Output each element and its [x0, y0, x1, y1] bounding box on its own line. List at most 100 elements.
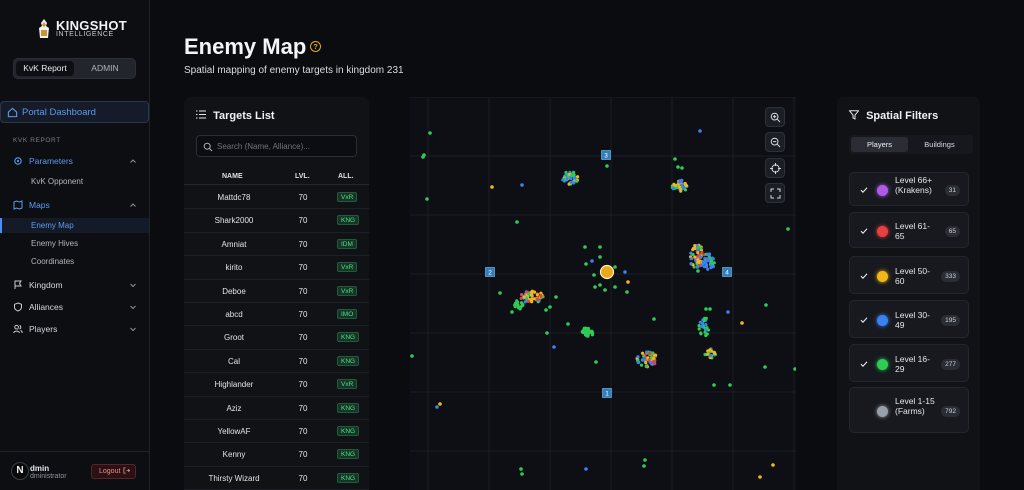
tab-players[interactable]: Players: [851, 137, 908, 152]
player-dot: [636, 355, 640, 359]
player-dot: [580, 330, 584, 334]
enemy-map[interactable]: 3 2 4 1: [410, 97, 796, 490]
level-count-badge: 195: [941, 314, 960, 326]
level-filter-item[interactable]: Level 66+ (Krakens) 31: [849, 172, 969, 206]
player-dot: [708, 348, 712, 352]
player-dot: [586, 334, 590, 338]
player-dot: [639, 363, 644, 367]
table-row[interactable]: YellowAF 70 KNG: [184, 420, 369, 444]
player-dot: [712, 350, 716, 354]
player-dot: [591, 331, 595, 335]
fullscreen-button[interactable]: [765, 183, 785, 203]
sidebar-subitem-coordinates[interactable]: Coordinates: [31, 257, 74, 266]
player-dot: [576, 175, 580, 179]
column-header-name[interactable]: NAME: [222, 173, 243, 180]
portal-dashboard-label: Portal Dashboard: [22, 107, 96, 118]
level-color-dot: [877, 314, 888, 326]
sidebar-item-label: Alliances: [29, 302, 64, 312]
player-dot: [702, 318, 706, 322]
row-level: 70: [298, 216, 308, 226]
portal-dashboard-link[interactable]: Portal Dashboard: [0, 101, 149, 123]
table-row[interactable]: abcd 70 IMO: [184, 303, 369, 327]
table-row[interactable]: Shark2000 70 KNG: [184, 209, 369, 233]
recenter-button[interactable]: [765, 158, 785, 178]
zone-marker-label: 2: [488, 269, 492, 276]
player-dot: [705, 257, 709, 261]
player-dot: [598, 255, 602, 259]
sidebar-subitem-enemy-map[interactable]: Enemy Map: [0, 218, 149, 233]
mode-option-admin[interactable]: ADMIN: [76, 61, 134, 76]
player-dot: [613, 265, 617, 269]
column-header-alliance[interactable]: ALL.: [338, 173, 354, 180]
sidebar-item-label: Maps: [29, 200, 50, 210]
avatar[interactable]: N: [11, 462, 29, 480]
table-row[interactable]: Amniat 70 IDM: [184, 233, 369, 257]
mode-option-kvk-report[interactable]: KvK Report: [16, 61, 74, 76]
table-row[interactable]: Groot 70 KNG: [184, 326, 369, 350]
page-title: Enemy Map: [184, 34, 307, 59]
search-box: [196, 135, 357, 157]
player-dot: [605, 164, 609, 168]
player-dot: [548, 305, 552, 309]
sidebar-item-players[interactable]: Players: [13, 322, 137, 336]
row-name: YellowAF: [217, 427, 251, 436]
player-dot: [636, 360, 640, 365]
player-dot: [640, 351, 645, 355]
logout-button[interactable]: Logout: [91, 464, 136, 479]
player-dot: [510, 310, 514, 314]
table-row[interactable]: Cal 70 KNG: [184, 350, 369, 374]
level-filter-item[interactable]: Level 61-65 65: [849, 212, 969, 248]
column-header-level[interactable]: LVL.: [295, 173, 310, 180]
zoom-in-button[interactable]: [765, 107, 785, 127]
player-dot: [552, 345, 556, 349]
row-level: 70: [298, 193, 308, 202]
level-color-dot: [877, 184, 888, 196]
sidebar: KINGSHOT INTELLIGENCE KvK Report ADMIN P…: [0, 0, 150, 490]
player-dot: [642, 354, 646, 358]
player-dot: [679, 188, 683, 192]
tab-buildings[interactable]: Buildings: [911, 137, 968, 152]
player-dot: [421, 155, 425, 159]
search-input[interactable]: [217, 139, 353, 154]
player-dot: [438, 402, 442, 406]
sidebar-subitem-enemy-hives[interactable]: Enemy Hives: [31, 239, 78, 248]
sidebar-item-alliances[interactable]: Alliances: [13, 300, 137, 314]
player-dot: [699, 255, 703, 259]
player-dot: [706, 267, 710, 271]
level-color-dot: [877, 225, 888, 237]
table-row[interactable]: Mattdc78 70 VxR: [184, 186, 369, 210]
player-dot: [561, 178, 565, 182]
level-label: Level 30-49: [895, 310, 930, 330]
level-filter-item[interactable]: Level 30-49 195: [849, 300, 969, 338]
level-filter-item[interactable]: Level 50-60 333: [849, 256, 969, 294]
row-level: 70: [298, 473, 308, 483]
zone-marker-label: 3: [604, 152, 608, 159]
map-canvas[interactable]: 3 2 4 1: [410, 97, 796, 490]
sidebar-item-maps[interactable]: Maps: [13, 198, 137, 212]
row-level: 70: [298, 356, 308, 366]
sidebar-item-parameters[interactable]: Parameters: [13, 154, 137, 168]
sidebar-item-label: Players: [29, 324, 58, 334]
table-row[interactable]: Deboe 70 VxR: [184, 280, 369, 303]
alliance-badge: IMO: [337, 309, 358, 319]
sidebar-subitem-kvk-opponent[interactable]: KvK Opponent: [31, 177, 83, 186]
table-row[interactable]: Highlander 70 VxR: [184, 373, 369, 397]
zoom-out-button[interactable]: [765, 132, 785, 152]
search-icon: [203, 142, 213, 152]
level-filter-item[interactable]: Level 16-29 277: [849, 344, 969, 382]
level-label: Level 66+ (Krakens): [895, 175, 933, 195]
player-dot: [698, 129, 702, 133]
sidebar-item-kingdom[interactable]: Kingdom: [13, 278, 137, 292]
table-row[interactable]: Aziz 70 KNG: [184, 397, 369, 420]
help-icon[interactable]: ?: [310, 41, 321, 52]
table-row[interactable]: Kenny 70 KNG: [184, 443, 369, 467]
player-dot: [535, 293, 539, 297]
logout-icon: [123, 467, 131, 474]
flag-icon: [14, 280, 22, 289]
table-row[interactable]: kirito 70 VxR: [184, 256, 369, 280]
level-filter-item[interactable]: Level 1-15 (Farms) 792: [849, 387, 969, 433]
brand-logo[interactable]: KINGSHOT INTELLIGENCE: [36, 18, 127, 42]
player-dot: [425, 197, 429, 201]
table-row[interactable]: Thirsty Wizard 70 KNG: [184, 467, 369, 490]
row-level: 70: [298, 286, 308, 296]
